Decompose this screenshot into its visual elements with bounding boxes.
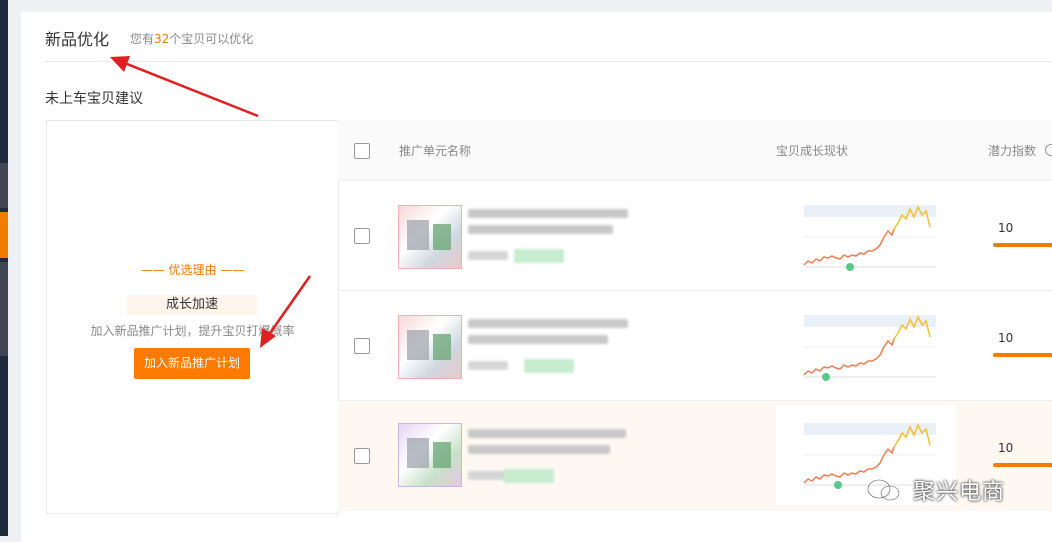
annotation-arrows [110, 56, 312, 348]
watermark-text: 聚兴电商 [913, 480, 1006, 505]
wechat-icon [867, 479, 900, 501]
